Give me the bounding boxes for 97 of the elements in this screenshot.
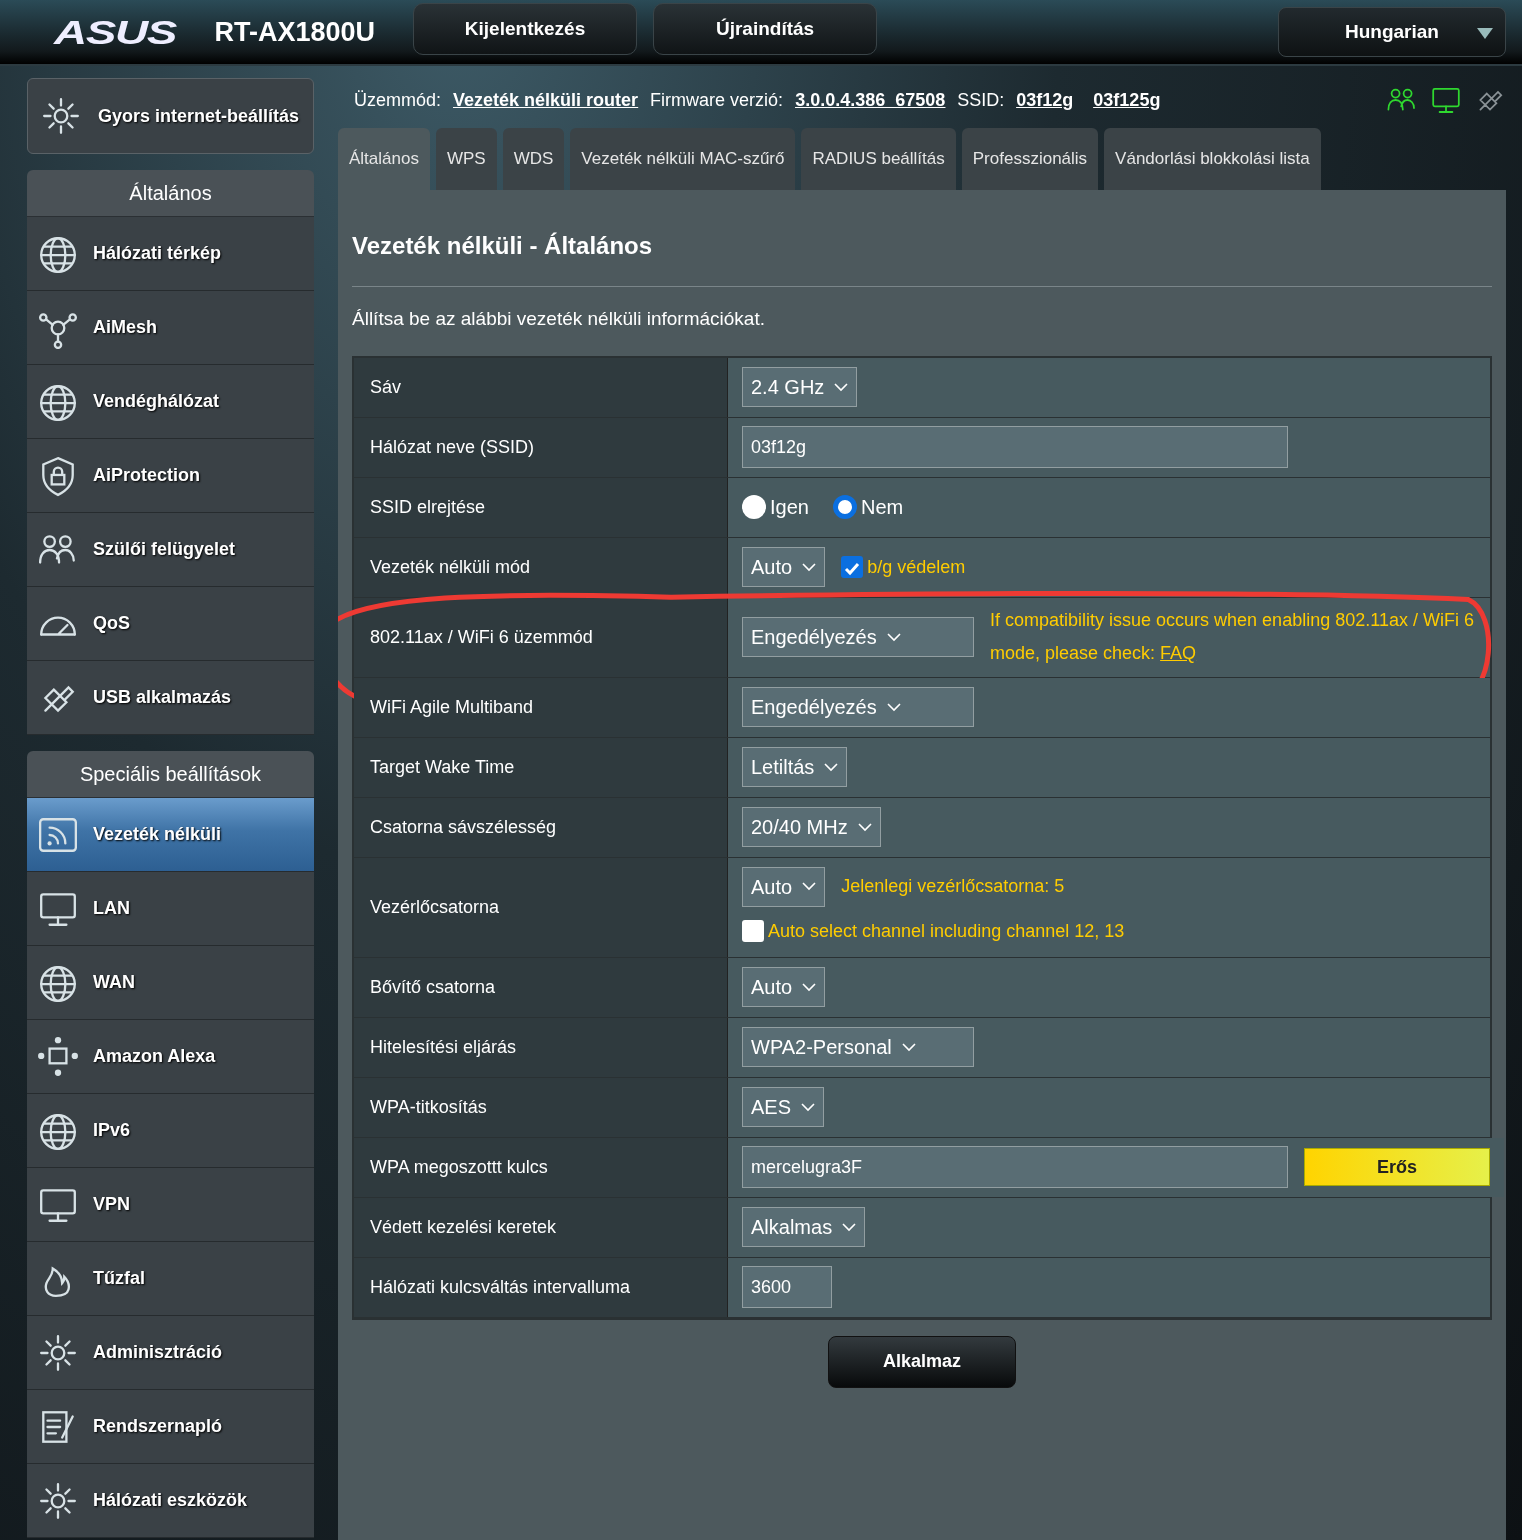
- input-field[interactable]: mercelugra3F: [742, 1146, 1288, 1188]
- setting-label: Hálózat neve (SSID): [354, 417, 728, 477]
- sidebar-item[interactable]: Szülői felügyelet: [27, 513, 314, 587]
- sidebar-section-header: Speciális beállítások: [27, 751, 314, 798]
- setting-label: Sáv: [354, 357, 728, 417]
- hub-icon: [37, 1035, 79, 1078]
- header-button[interactable]: Kijelentkezés: [413, 3, 638, 55]
- sidebar-item[interactable]: AiMesh: [27, 291, 314, 365]
- setting-label: Védett kezelési keretek: [354, 1197, 728, 1257]
- language-dropdown[interactable]: Hungarian: [1278, 7, 1506, 57]
- firmware-link[interactable]: 3.0.0.4.386_67508: [795, 86, 946, 114]
- panel-title: Vezeték nélküli - Általános: [352, 231, 654, 261]
- setting-label: WPA megoszottt kulcs: [354, 1137, 728, 1197]
- setting-label: SSID elrejtése: [354, 477, 728, 537]
- brand-logo: ASUS: [54, 11, 177, 53]
- sidebar-item[interactable]: Hálózati térkép: [27, 217, 314, 291]
- sidebar-item[interactable]: Tűzfal: [27, 1242, 314, 1316]
- hint-text: Jelenlegi vezérlőcsatorna: 5: [841, 875, 1065, 898]
- ssid-link[interactable]: 03f125g: [1093, 86, 1161, 114]
- radio-label: Igen: [770, 495, 809, 520]
- select-dropdown[interactable]: 2.4 GHz: [742, 367, 858, 407]
- chevron-icon: [824, 762, 839, 772]
- checkbox[interactable]: [742, 920, 764, 942]
- setting-label: Vezérlőcsatorna: [354, 857, 728, 957]
- sidebar-item[interactable]: VPN: [27, 1168, 314, 1242]
- chevron-icon: [834, 382, 849, 392]
- setting-label: WiFi Agile Multiband: [354, 677, 728, 737]
- setting-label: 802.11ax / WiFi 6 üzemmód: [354, 597, 728, 677]
- select-dropdown[interactable]: 20/40 MHz: [742, 807, 881, 847]
- sidebar-item[interactable]: Rendszernapló: [27, 1390, 314, 1464]
- tab[interactable]: Általános: [338, 128, 430, 190]
- chevron-icon: [857, 822, 872, 832]
- select-dropdown[interactable]: Alkalmas: [742, 1207, 866, 1247]
- ssid-link[interactable]: 03f12g: [1016, 86, 1074, 114]
- radio-label: Nem: [860, 495, 904, 520]
- select-dropdown[interactable]: Engedélyezés: [742, 617, 974, 657]
- tab[interactable]: WDS: [502, 128, 565, 190]
- sidebar-item[interactable]: QoS: [27, 587, 314, 661]
- strength-indicator: Erős: [1304, 1148, 1490, 1186]
- hint-text: If compatibility issue occurs when enabling 802.11ax / WiFi 6 mode, please check: FAQ: [990, 609, 1475, 665]
- radio-button[interactable]: [832, 495, 857, 519]
- sidebar-item[interactable]: LAN: [27, 872, 314, 946]
- select-dropdown[interactable]: Auto: [742, 967, 826, 1007]
- select-dropdown[interactable]: Letiltás: [742, 747, 848, 787]
- setting-label: Hálózati kulcsváltás intervalluma: [354, 1257, 728, 1317]
- checkbox-label: Auto select channel including channel 12, 13: [768, 919, 1125, 943]
- sidebar-item[interactable]: IPv6: [27, 1094, 314, 1168]
- sidebar-item[interactable]: Amazon Alexa: [27, 1020, 314, 1094]
- setting-label: WPA-titkosítás: [354, 1077, 728, 1137]
- sidebar-item[interactable]: Hálózati eszközök: [27, 1464, 314, 1538]
- mode-link[interactable]: Vezeték nélküli router: [453, 86, 639, 114]
- setting-label: Target Wake Time: [354, 737, 728, 797]
- select-dropdown[interactable]: Auto: [742, 866, 826, 907]
- tab[interactable]: RADIUS beállítás: [801, 128, 956, 190]
- faq-link[interactable]: FAQ: [1160, 643, 1197, 663]
- radio-button[interactable]: [742, 495, 766, 519]
- setting-label: Vezeték nélküli mód: [354, 537, 728, 597]
- sidebar-item[interactable]: USB alkalmazás: [27, 661, 314, 735]
- sidebar-section-header: Általános: [27, 170, 314, 217]
- chevron-icon: [802, 562, 817, 572]
- input-field[interactable]: 3600: [742, 1266, 832, 1308]
- checkbox-label: b/g védelem: [867, 555, 966, 579]
- quick-setup-button[interactable]: Gyors internet-beállítás: [27, 78, 314, 154]
- setting-label: Csatorna sávszélesség: [354, 797, 728, 857]
- checkbox[interactable]: [841, 556, 864, 578]
- tab[interactable]: Vándorlási blokkolási lista: [1104, 128, 1321, 190]
- firmware-label: Firmware verzió:: [650, 88, 784, 112]
- gear-icon: [40, 95, 82, 137]
- select-dropdown[interactable]: Auto: [742, 547, 826, 587]
- ssid-label: SSID:: [957, 88, 1005, 112]
- chevron-icon: [842, 1222, 857, 1232]
- sidebar-item[interactable]: Adminisztráció: [27, 1316, 314, 1390]
- select-dropdown[interactable]: AES: [742, 1087, 825, 1127]
- header-button[interactable]: Újraindítás: [653, 3, 878, 55]
- select-dropdown[interactable]: WPA2-Personal: [742, 1027, 974, 1067]
- select-dropdown[interactable]: Engedélyezés: [742, 687, 974, 727]
- setting-label: Bővítő csatorna: [354, 957, 728, 1017]
- chevron-icon: [801, 1102, 816, 1112]
- panel-description: Állítsa be az alábbi vezeték nélküli információkat.: [352, 307, 766, 331]
- input-field[interactable]: 03f12g: [742, 426, 1288, 468]
- chevron-icon: [802, 982, 817, 992]
- setting-label: Hitelesítési eljárás: [354, 1017, 728, 1077]
- tab[interactable]: Professzionális: [961, 128, 1099, 190]
- sidebar-item[interactable]: Vendéghálózat: [27, 365, 314, 439]
- sidebar-item[interactable]: AiProtection: [27, 439, 314, 513]
- chevron-icon: [901, 1042, 916, 1052]
- caret-icon: [1477, 28, 1493, 39]
- sidebar-item[interactable]: Vezeték nélküli: [27, 798, 314, 872]
- chevron-icon: [802, 882, 817, 891]
- chevron-icon: [886, 702, 901, 712]
- model-name: RT-AX1800U: [214, 15, 376, 49]
- sidebar-item[interactable]: WAN: [27, 946, 314, 1020]
- chevron-icon: [886, 632, 901, 642]
- tab[interactable]: WPS: [435, 128, 497, 190]
- apply-button[interactable]: Alkalmaz: [828, 1335, 1016, 1388]
- tab[interactable]: Vezeték nélküli MAC-szűrő: [570, 128, 796, 190]
- mode-label: Üzemmód:: [354, 88, 442, 112]
